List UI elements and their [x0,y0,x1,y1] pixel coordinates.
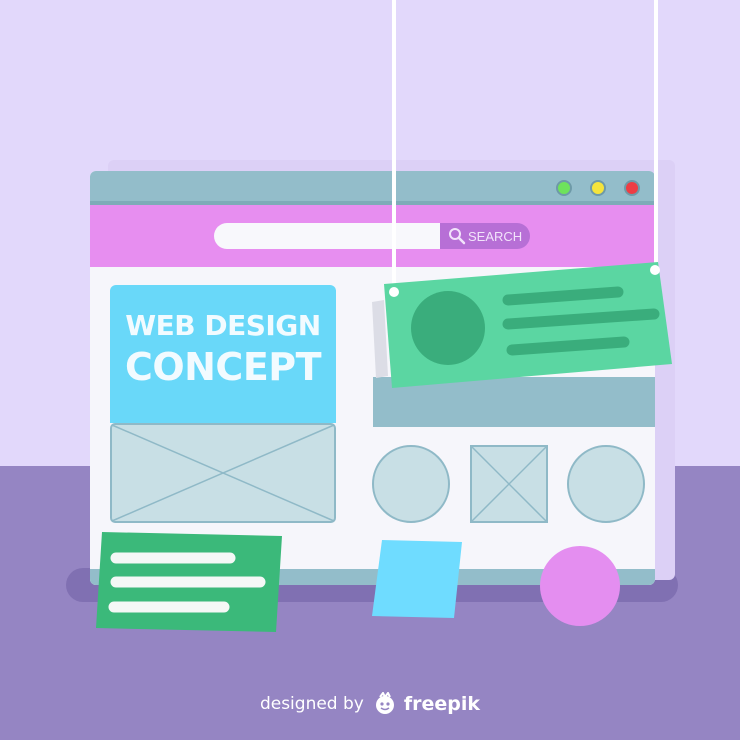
search-icon [449,228,466,245]
search-button-label: SEARCH [468,228,523,244]
circle-placeholder-2 [567,445,645,523]
hero-image-placeholder [110,423,336,523]
red-light-button[interactable] [624,180,640,196]
sticky-note-blue [372,540,462,618]
pink-ball [540,546,620,626]
hanging-string-left [392,0,396,292]
search-button[interactable]: SEARCH [440,223,530,249]
footer-prefix: designed by [259,694,364,714]
footer-credit: designed by freepik [0,688,740,720]
sticky-note-text [96,532,282,632]
avatar-placeholder [411,291,485,365]
hero-title-line1: WEB DESIGN [125,309,321,342]
image-placeholder-square [470,445,548,523]
hero-banner: WEB DESIGN CONCEPT [110,285,336,423]
freepik-logo-icon [375,692,394,714]
yellow-light-button[interactable] [590,180,606,196]
hero-title-line2: CONCEPT [124,345,322,389]
search-input[interactable] [214,223,440,249]
hanging-string-right [654,0,658,272]
footer-brand[interactable]: freepik [404,693,480,715]
circle-placeholder-1 [372,445,450,523]
hanging-profile-card [372,262,672,388]
green-light-button[interactable] [556,180,572,196]
